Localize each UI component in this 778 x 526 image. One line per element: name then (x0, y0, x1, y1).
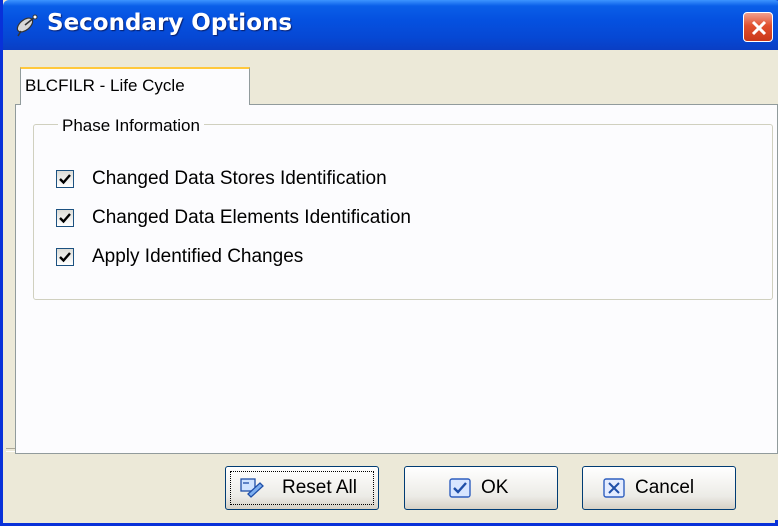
checkbox-label: Changed Data Elements Identification (92, 207, 411, 228)
dialog-body: BLCFILR - Life Cycle Phase Information C… (6, 50, 778, 520)
reset-all-label: Reset All (282, 477, 357, 498)
secondary-options-dialog: Secondary Options BLCFILR - Life Cycle P… (0, 0, 778, 526)
reset-all-button[interactable]: Reset All (225, 466, 379, 510)
checkbox[interactable] (56, 248, 74, 266)
checkbox[interactable] (56, 209, 74, 227)
checkbox-label: Changed Data Stores Identification (92, 168, 387, 189)
tab-label: BLCFILR - Life Cycle (25, 76, 185, 95)
title-bar[interactable]: Secondary Options (3, 0, 778, 50)
cancel-label: Cancel (635, 477, 695, 498)
check-mark-icon (59, 252, 71, 263)
check-mark-icon (59, 213, 71, 224)
tab-life-cycle[interactable]: BLCFILR - Life Cycle (20, 67, 250, 105)
checkbox-label: Apply Identified Changes (92, 246, 304, 267)
cancel-x-icon (603, 477, 625, 499)
cancel-button[interactable]: Cancel (582, 466, 736, 510)
check-mark-icon (59, 174, 71, 185)
satellite-icon (13, 12, 39, 38)
window-title: Secondary Options (47, 10, 293, 36)
close-button[interactable] (743, 12, 773, 42)
checkbox[interactable] (56, 170, 74, 188)
reset-icon (240, 477, 264, 499)
ok-button[interactable]: OK (404, 466, 558, 510)
group-label: Phase Information (58, 116, 204, 136)
close-icon (751, 20, 767, 36)
ok-label: OK (481, 477, 509, 498)
ok-check-icon (449, 477, 471, 499)
